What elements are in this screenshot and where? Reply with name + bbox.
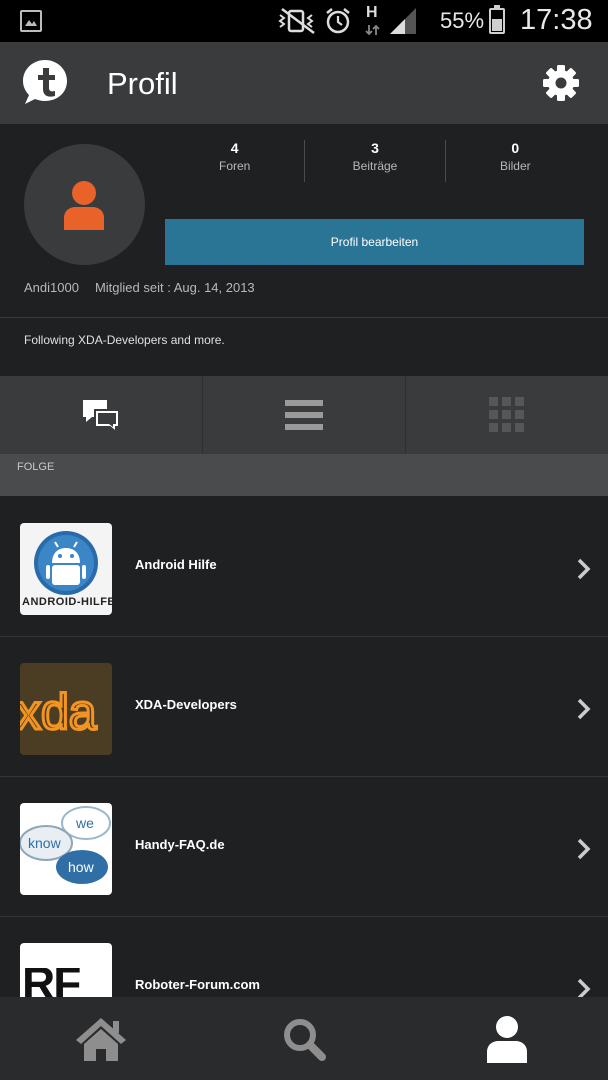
nav-profile[interactable] — [405, 997, 608, 1080]
stat-value: 3 — [371, 140, 379, 156]
tapatalk-logo-icon[interactable] — [21, 58, 69, 106]
stat-label: Bilder — [499, 159, 531, 173]
logo-word-know: know — [28, 835, 62, 851]
nav-search[interactable] — [203, 997, 406, 1080]
forum-logo-xda: xda — [20, 663, 112, 755]
forum-name: Android Hilfe — [135, 557, 217, 572]
forum-logo-android-hilfe: ANDROID-HILFE — [20, 523, 112, 615]
home-icon — [76, 1017, 127, 1061]
forum-name: Handy-FAQ.de — [135, 837, 225, 852]
list-item[interactable]: we know how Handy-FAQ.de — [0, 777, 608, 917]
chevron-right-icon — [577, 698, 591, 720]
page-title: Profil — [107, 66, 178, 101]
avatar[interactable] — [24, 144, 145, 265]
clock: 17:38 — [520, 4, 593, 36]
section-label: FOLGE — [17, 461, 55, 473]
stat-foren[interactable]: 4 Foren — [165, 140, 304, 182]
list-item[interactable]: xda XDA-Developers — [0, 637, 608, 777]
logo-word-how: how — [68, 859, 95, 875]
tab-list[interactable] — [202, 376, 405, 454]
forum-name: Roboter-Forum.com — [135, 977, 260, 992]
chat-bubbles-icon — [83, 400, 120, 433]
xda-logo-text: xda — [20, 684, 97, 740]
forum-name: XDA-Developers — [135, 697, 237, 712]
chevron-right-icon — [577, 558, 591, 580]
profile-header: 4 Foren 3 Beiträge 0 Bilder Profil bearb… — [0, 124, 608, 317]
username: Andi1000 — [24, 280, 79, 295]
app-bar: Profil — [0, 42, 608, 124]
member-since: Mitglied seit : Aug. 14, 2013 — [94, 280, 255, 295]
list-item[interactable]: RF Roboter-Forum.com — [0, 917, 608, 997]
forum-logo-handy-faq: we know how — [20, 803, 112, 895]
list-item[interactable]: ANDROID-HILFE Android Hilfe — [0, 497, 608, 637]
network-h-icon: H — [362, 4, 384, 36]
edit-profile-button[interactable]: Profil bearbeiten — [165, 219, 584, 265]
profile-stats: 4 Foren 3 Beiträge 0 Bilder — [165, 140, 585, 182]
android-hilfe-logo-text: ANDROID-HILFE — [22, 596, 112, 608]
list-icon — [285, 400, 323, 430]
stat-label: Foren — [218, 159, 251, 173]
logo-word-we: we — [75, 815, 94, 831]
user-icon — [486, 1015, 527, 1063]
stat-value: 0 — [511, 140, 520, 156]
stat-label: Beiträge — [352, 159, 398, 173]
stat-beitraege[interactable]: 3 Beiträge — [304, 140, 444, 182]
forum-logo-roboter-forum: RF — [20, 943, 112, 997]
search-icon — [284, 1018, 326, 1061]
stat-value: 4 — [230, 140, 239, 156]
chevron-right-icon — [577, 838, 591, 860]
section-header: FOLGE — [0, 454, 608, 496]
gallery-icon — [20, 10, 42, 32]
signal-icon — [390, 8, 416, 34]
bio-text: Following XDA-Developers and more. — [24, 333, 225, 347]
tab-forums[interactable] — [0, 376, 202, 454]
tab-grid[interactable] — [405, 376, 608, 454]
person-icon — [64, 181, 104, 230]
grid-icon — [489, 397, 524, 432]
nav-home[interactable] — [0, 997, 203, 1080]
rf-logo-text: RF — [22, 957, 80, 997]
chevron-right-icon — [577, 978, 591, 997]
bottom-nav — [0, 997, 608, 1080]
gear-icon[interactable] — [540, 62, 582, 104]
battery-percent: 55% — [440, 8, 485, 33]
forum-list: ANDROID-HILFE Android Hilfe xda XDA-Deve… — [0, 497, 608, 997]
user-info: Andi1000 Mitglied seit : Aug. 14, 2013 — [24, 280, 255, 295]
profile-bio: Following XDA-Developers and more. — [0, 317, 608, 376]
profile-tabs — [0, 376, 608, 454]
stat-bilder[interactable]: 0 Bilder — [444, 140, 585, 182]
battery-icon — [489, 5, 505, 34]
status-bar: H 55% 17:38 — [0, 0, 608, 42]
status-icons: H — [276, 4, 418, 36]
alarm-icon — [326, 8, 350, 34]
vibrate-mute-icon — [278, 8, 315, 34]
